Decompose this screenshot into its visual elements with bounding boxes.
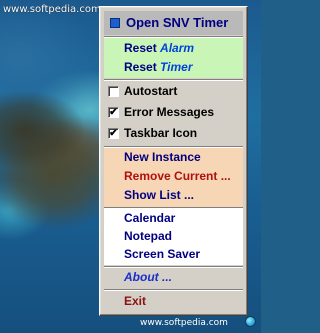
error-messages-label: Error Messages <box>124 105 215 119</box>
remove-current-label: Remove Current ... <box>124 169 231 183</box>
open-snv-timer-label: Open SNV Timer <box>126 15 229 30</box>
tray-timer-icon[interactable] <box>245 316 256 327</box>
notepad-item[interactable]: Notepad <box>104 227 243 246</box>
taskbar-icon-checkbox[interactable]: ✔ <box>108 128 119 139</box>
about-label: About ... <box>124 270 172 284</box>
taskbar-icon-item[interactable]: ✔ Taskbar Icon <box>104 124 243 143</box>
context-menu: Open SNV Timer Reset Alarm Reset Timer A… <box>99 6 248 316</box>
autostart-checkbox[interactable] <box>108 86 119 97</box>
notepad-label: Notepad <box>124 229 172 243</box>
reset-section: Reset Alarm Reset Timer <box>104 38 243 78</box>
tools-section: Calendar Notepad Screen Saver <box>104 209 243 265</box>
watermark-top: www.softpedia.com <box>3 4 101 15</box>
exit-label: Exit <box>124 294 147 308</box>
reset-alarm-target: Alarm <box>160 41 195 55</box>
menu-header-section: Open SNV Timer <box>104 11 243 35</box>
error-messages-checkbox[interactable]: ✔ <box>108 107 119 118</box>
reset-alarm-item[interactable]: Reset Alarm <box>104 39 243 58</box>
show-list-label: Show List ... <box>124 188 195 202</box>
about-section: About ... <box>104 268 243 288</box>
about-item[interactable]: About ... <box>104 268 243 287</box>
reset-timer-verb: Reset <box>124 60 157 74</box>
options-section: Autostart ✔ Error Messages ✔ Taskbar Ico… <box>104 81 243 145</box>
app-square-icon <box>110 18 120 28</box>
calendar-item[interactable]: Calendar <box>104 209 243 228</box>
instances-section: New Instance Remove Current ... Show Lis… <box>104 148 243 207</box>
autostart-item[interactable]: Autostart <box>104 82 243 101</box>
error-messages-item[interactable]: ✔ Error Messages <box>104 103 243 122</box>
exit-section: Exit <box>104 291 243 312</box>
remove-current-item[interactable]: Remove Current ... <box>104 167 243 186</box>
calendar-label: Calendar <box>124 211 176 225</box>
reset-timer-target: Timer <box>160 60 193 74</box>
reset-alarm-verb: Reset <box>124 41 157 55</box>
screen-saver-item[interactable]: Screen Saver <box>104 245 243 264</box>
new-instance-item[interactable]: New Instance <box>104 148 243 167</box>
show-list-item[interactable]: Show List ... <box>104 186 243 205</box>
new-instance-label: New Instance <box>124 150 201 164</box>
reset-timer-item[interactable]: Reset Timer <box>104 58 243 77</box>
screen-saver-label: Screen Saver <box>124 247 201 261</box>
taskbar-icon-label: Taskbar Icon <box>124 126 198 140</box>
open-snv-timer-item[interactable]: Open SNV Timer <box>104 11 243 35</box>
exit-item[interactable]: Exit <box>104 292 243 311</box>
autostart-label: Autostart <box>124 84 178 98</box>
watermark-bottom: www.softpedia.com <box>140 318 228 328</box>
